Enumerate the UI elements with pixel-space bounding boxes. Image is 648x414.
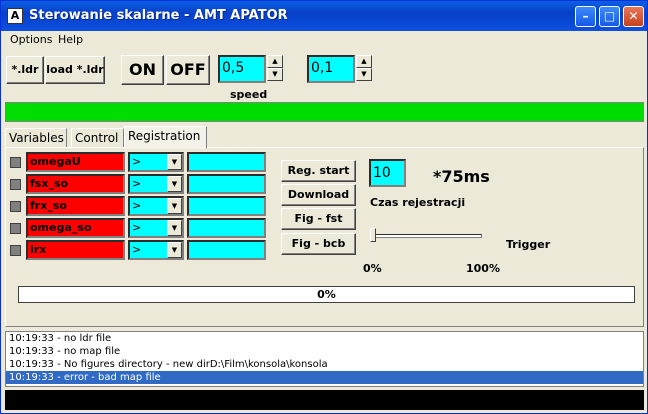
operator-select[interactable]: > ▼ <box>128 196 184 216</box>
threshold-field[interactable] <box>187 196 266 216</box>
spin1-stepper[interactable]: ▲ ▼ <box>267 55 283 81</box>
threshold-field[interactable] <box>187 218 266 238</box>
variable-checkbox[interactable] <box>10 245 21 256</box>
spin1-input[interactable]: 0,5 <box>218 55 266 83</box>
variable-name-field[interactable]: frx_so <box>26 196 125 216</box>
log-line[interactable]: 10:19:33 - no ldr file <box>6 332 643 345</box>
czas-input[interactable]: 10 <box>369 159 406 187</box>
chevron-down-icon[interactable]: ▼ <box>167 242 182 258</box>
off-button[interactable]: OFF <box>166 55 210 85</box>
variable-checkbox[interactable] <box>10 179 21 190</box>
variable-name-field[interactable]: fsx_so <box>26 174 125 194</box>
operator-value: > <box>132 177 142 190</box>
speed-label: speed <box>230 88 268 101</box>
menu-options[interactable]: Options <box>10 33 52 46</box>
operator-select[interactable]: > ▼ <box>128 218 184 238</box>
speed-bar <box>5 102 644 122</box>
registration-panel: omegaU > ▼ fsx_so > ▼ frx_so > ▼ omega_so >… <box>5 147 644 327</box>
tab-control[interactable]: Control <box>71 128 124 148</box>
variable-name-field[interactable]: irx <box>26 240 125 260</box>
trigger-label: Trigger <box>506 238 551 251</box>
chevron-down-icon[interactable]: ▼ <box>167 198 182 214</box>
spin2-input[interactable]: 0,1 <box>307 55 355 83</box>
reg-start-button[interactable]: Reg. start <box>281 160 356 182</box>
app-icon: A <box>7 8 23 24</box>
operator-select[interactable]: > ▼ <box>128 152 184 172</box>
status-bar <box>5 390 644 410</box>
close-button[interactable]: ✕ <box>623 6 644 27</box>
operator-select[interactable]: > ▼ <box>128 174 184 194</box>
operator-select[interactable]: > ▼ <box>128 240 184 260</box>
operator-value: > <box>132 199 142 212</box>
tab-variables[interactable]: Variables <box>5 128 67 148</box>
spin2-stepper[interactable]: ▲ ▼ <box>356 55 372 81</box>
operator-value: > <box>132 243 142 256</box>
trigger-min-label: 0% <box>363 262 382 275</box>
czas-unit: *75ms <box>433 167 490 186</box>
spin1-up-icon[interactable]: ▲ <box>267 55 283 68</box>
variable-name-field[interactable]: omega_so <box>26 218 125 238</box>
fig-fst-button[interactable]: Fig - fst <box>281 208 356 230</box>
trigger-slider-track[interactable] <box>370 234 482 238</box>
title-bar[interactable]: A Sterowanie skalarne - AMT APATOR – □ ✕ <box>1 1 647 31</box>
main-window: A Sterowanie skalarne - AMT APATOR – □ ✕… <box>0 0 648 414</box>
variable-name-field[interactable]: omegaU <box>26 152 125 172</box>
registration-progress-bar: 0% <box>18 286 635 303</box>
progress-text: 0% <box>317 288 336 301</box>
spin2-down-icon[interactable]: ▼ <box>356 68 372 81</box>
operator-value: > <box>132 155 142 168</box>
spin1-down-icon[interactable]: ▼ <box>267 68 283 81</box>
chevron-down-icon[interactable]: ▼ <box>167 176 182 192</box>
variable-checkbox[interactable] <box>10 223 21 234</box>
toolbar: *.ldr load *.ldr ON OFF 0,5 ▲ ▼ 0,1 ▲ ▼ <box>1 52 647 85</box>
load-ldr-button[interactable]: load *.ldr <box>45 56 105 84</box>
variable-checkbox[interactable] <box>10 157 21 168</box>
threshold-field[interactable] <box>187 240 266 260</box>
chevron-down-icon[interactable]: ▼ <box>167 220 182 236</box>
trigger-max-label: 100% <box>466 262 500 275</box>
tab-registration[interactable]: Registration <box>124 126 207 149</box>
log-line[interactable]: 10:19:33 - no map file <box>6 345 643 358</box>
log-line[interactable]: 10:19:33 - error - bad map file <box>6 371 643 384</box>
menu-help[interactable]: Help <box>58 33 83 46</box>
chevron-down-icon[interactable]: ▼ <box>167 154 182 170</box>
variable-checkbox[interactable] <box>10 201 21 212</box>
ldr-button[interactable]: *.ldr <box>6 56 44 84</box>
maximize-button[interactable]: □ <box>599 6 620 27</box>
czas-label: Czas rejestracji <box>370 196 466 209</box>
minimize-button[interactable]: – <box>575 6 596 27</box>
threshold-field[interactable] <box>187 152 266 172</box>
download-button[interactable]: Download <box>281 184 356 206</box>
spin2-up-icon[interactable]: ▲ <box>356 55 372 68</box>
menu-bar: Options Help <box>1 31 647 49</box>
trigger-slider-thumb[interactable] <box>370 228 376 242</box>
window-title: Sterowanie skalarne - AMT APATOR <box>29 8 288 23</box>
threshold-field[interactable] <box>187 174 266 194</box>
log-line[interactable]: 10:19:33 - No figures directory - new di… <box>6 358 643 371</box>
fig-bcb-button[interactable]: Fig - bcb <box>281 233 356 255</box>
on-button[interactable]: ON <box>121 55 164 85</box>
operator-value: > <box>132 221 142 234</box>
log-list[interactable]: 10:19:33 - no ldr file 10:19:33 - no map … <box>5 331 644 387</box>
